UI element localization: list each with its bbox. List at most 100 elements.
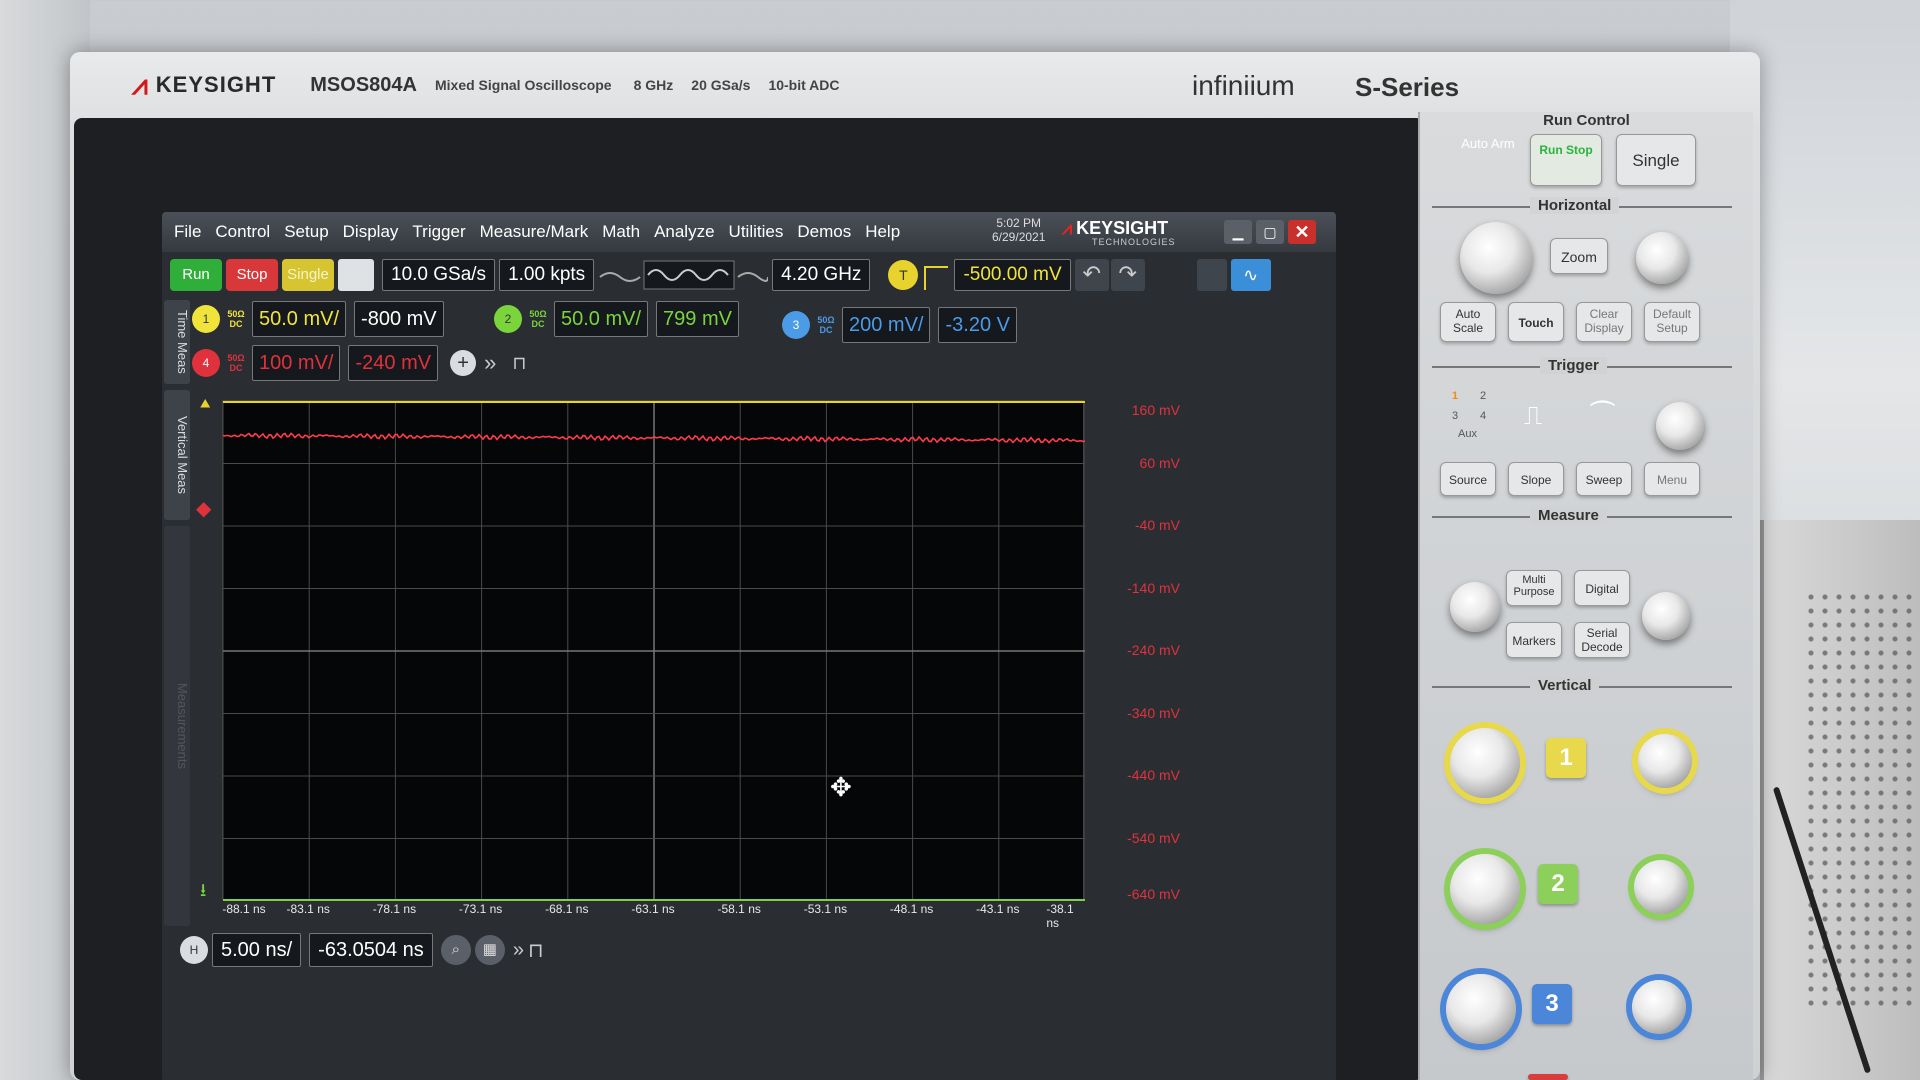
channel-2-row[interactable]: 2 50Ω DC 50.0 mV/ 799 mV	[494, 300, 747, 338]
menu-utilities[interactable]: Utilities	[729, 222, 784, 242]
pin-icon[interactable]: ⊓	[512, 353, 526, 374]
trigger-source-button[interactable]: Source	[1440, 462, 1496, 496]
channel-4-button[interactable]: 4	[1528, 1074, 1568, 1080]
trigger-type-icon[interactable]: ⏜	[1590, 400, 1615, 432]
channel-4-icon[interactable]: 4	[192, 349, 220, 377]
trigger-level-marker-icon[interactable]: ⯅	[198, 394, 212, 415]
acquisition-mode-button[interactable]	[338, 259, 374, 291]
channel-4-scale[interactable]: 100 mV/	[252, 345, 341, 381]
channel-1-offset-knob[interactable]	[1638, 734, 1692, 788]
tab-time-meas[interactable]: Time Meas	[164, 300, 190, 384]
channel-1-button[interactable]: 1	[1546, 738, 1586, 778]
channel-3-scale[interactable]: 200 mV/	[842, 307, 931, 343]
channel-2-scale[interactable]: 50.0 mV/	[554, 301, 649, 337]
timebase-scale[interactable]: 5.00 ns/	[212, 933, 302, 967]
trigger-slope-button[interactable]: Slope	[1508, 462, 1564, 496]
channel-2-scale-knob[interactable]	[1450, 854, 1520, 924]
channel-3-offset[interactable]: -3.20 V	[938, 307, 1017, 343]
digital-button[interactable]: Digital	[1574, 570, 1630, 606]
menu-file[interactable]: File	[174, 222, 201, 242]
expand-more-icon[interactable]: »	[484, 350, 496, 376]
timebase-position[interactable]: -63.0504 ns	[309, 933, 433, 967]
screen-logo-name: KEYSIGHT	[1076, 218, 1169, 238]
add-channel-icon[interactable]: +	[450, 350, 477, 376]
maximize-button[interactable]: ▢	[1256, 220, 1284, 244]
menu-help[interactable]: Help	[865, 222, 900, 242]
channel-1-scale[interactable]: 50.0 mV/	[252, 301, 347, 337]
touch-button[interactable]: Touch	[1508, 302, 1564, 342]
measure-position-knob[interactable]	[1450, 582, 1500, 632]
menu-analyze[interactable]: Analyze	[654, 222, 714, 242]
undo-icon[interactable]: ↶	[1074, 259, 1109, 291]
x-axis-label: -38.1 ns	[1046, 902, 1074, 930]
channel-3-scale-knob[interactable]	[1446, 974, 1516, 1044]
minimize-button[interactable]: ▁	[1224, 220, 1252, 244]
menu-control[interactable]: Control	[215, 222, 270, 242]
menu-setup[interactable]: Setup	[284, 222, 328, 242]
trigger-icon[interactable]: T	[888, 260, 919, 290]
serial-decode-button[interactable]: Serial Decode	[1574, 622, 1630, 658]
close-button[interactable]: ✕	[1288, 220, 1316, 244]
tab-vertical-meas[interactable]: Vertical Meas	[164, 390, 190, 520]
multi-purpose-button[interactable]: Multi Purpose	[1506, 570, 1562, 606]
timebase-expand-icon[interactable]: »	[513, 939, 524, 962]
trigger-sweep-button[interactable]: Sweep	[1576, 462, 1632, 496]
waveform-display-icon[interactable]: ∿	[1230, 259, 1271, 291]
stop-button[interactable]: Stop	[226, 259, 278, 291]
menu-math[interactable]: Math	[602, 222, 640, 242]
redo-icon[interactable]: ↷	[1110, 259, 1145, 291]
timebase-pin-icon[interactable]: ⊓	[528, 938, 544, 963]
zoom-button[interactable]: Zoom	[1550, 238, 1608, 274]
channel-2-ground-marker-icon[interactable]: ⭳	[200, 878, 206, 908]
run-button[interactable]: Run	[170, 259, 222, 291]
tab-measurements[interactable]: Measurements	[164, 526, 190, 926]
bandwidth-field[interactable]: 4.20 GHz	[772, 259, 871, 291]
single-front-button[interactable]: Single	[1616, 134, 1696, 186]
channel-1-offset[interactable]: -800 mV	[354, 301, 444, 337]
spec-bandwidth: 8 GHz	[633, 77, 674, 93]
zoom-icon[interactable]: ⌕	[440, 935, 471, 965]
menu-demos[interactable]: Demos	[797, 222, 851, 242]
rising-edge-icon[interactable]	[924, 266, 949, 290]
channel-4-row[interactable]: 4 50Ω DC 100 mV/ -240 mV + » ⊓	[192, 344, 526, 382]
layout-icon[interactable]	[1196, 259, 1227, 291]
trigger-level-field[interactable]: -500.00 mV	[954, 259, 1071, 291]
trigger-menu-button[interactable]: Menu	[1644, 462, 1700, 496]
channel-2-offset[interactable]: 799 mV	[656, 301, 739, 337]
auto-scale-button[interactable]: Auto Scale	[1440, 302, 1496, 342]
channel-1-row[interactable]: 1 50Ω DC 50.0 mV/ -800 mV	[192, 300, 452, 338]
menu-display[interactable]: Display	[343, 222, 399, 242]
channel-3-row[interactable]: 3 50Ω DC 200 mV/ -3.20 V	[782, 306, 1025, 344]
single-button[interactable]: Single	[282, 259, 334, 291]
channel-2-offset-knob[interactable]	[1634, 860, 1688, 914]
waveform-plot[interactable]	[222, 400, 1085, 901]
trigger-level-knob[interactable]	[1656, 402, 1704, 450]
grid-icon[interactable]: ▦	[474, 935, 505, 965]
channel-3-offset-knob[interactable]	[1632, 980, 1686, 1034]
default-setup-button[interactable]: Default Setup	[1644, 302, 1700, 342]
channel-3-button[interactable]: 3	[1532, 984, 1572, 1024]
horizontal-scale-knob[interactable]	[1460, 222, 1532, 294]
menu-measure-mark[interactable]: Measure/Mark	[480, 222, 589, 242]
sample-rate-field[interactable]: 10.0 GSa/s	[382, 259, 496, 291]
channel-3-icon[interactable]: 3	[782, 311, 810, 339]
trigger-mode-icon[interactable]: ⎍	[1524, 400, 1542, 432]
channel-2-icon[interactable]: 2	[494, 305, 522, 333]
channel-4-ground-marker-icon[interactable]: ◆	[196, 496, 211, 521]
channel-1-scale-knob[interactable]	[1450, 728, 1520, 798]
markers-button[interactable]: Markers	[1506, 622, 1562, 658]
run-stop-button[interactable]: Run Stop	[1530, 134, 1602, 186]
clear-display-button[interactable]: Clear Display	[1576, 302, 1632, 342]
channel-2-button[interactable]: 2	[1538, 864, 1578, 904]
measure-select-knob[interactable]	[1642, 592, 1690, 640]
keysight-logo-icon: ⩘	[132, 68, 148, 100]
horizontal-icon[interactable]: H	[180, 936, 208, 964]
horizontal-position-knob[interactable]	[1636, 232, 1688, 284]
menu-trigger[interactable]: Trigger	[412, 222, 465, 242]
auto-arm-button[interactable]: Auto Arm	[1460, 136, 1516, 186]
measure-title: Measure	[1530, 507, 1607, 524]
toolbar: Run Stop Single 10.0 GSa/s 1.00 kpts 4.2…	[162, 254, 1336, 296]
channel-4-offset[interactable]: -240 mV	[348, 345, 439, 381]
memory-depth-field[interactable]: 1.00 kpts	[499, 259, 595, 291]
channel-1-icon[interactable]: 1	[192, 305, 220, 333]
